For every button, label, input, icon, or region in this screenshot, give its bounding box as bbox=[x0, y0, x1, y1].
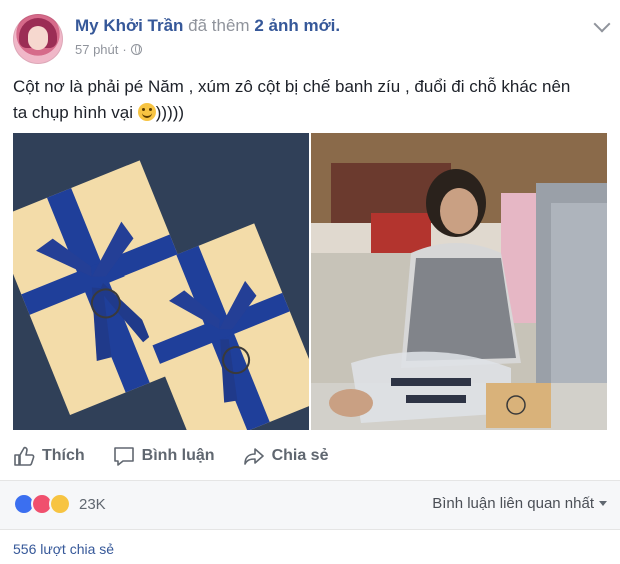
chevron-down-icon[interactable] bbox=[593, 15, 611, 33]
action-prefix: đã thêm bbox=[188, 16, 250, 35]
woman-illustration bbox=[311, 133, 607, 430]
like-button[interactable]: Thích bbox=[13, 440, 85, 472]
divider bbox=[0, 529, 620, 530]
post-meta: 57 phút · bbox=[75, 42, 142, 57]
avatar-face bbox=[28, 26, 48, 50]
share-button[interactable]: Chia sẻ bbox=[243, 440, 329, 472]
avatar[interactable] bbox=[13, 14, 63, 64]
photo-count-link[interactable]: 2 ảnh mới. bbox=[254, 16, 340, 35]
comment-icon bbox=[113, 445, 135, 467]
post-text-line2: ta chụp hình vại bbox=[13, 103, 134, 122]
haha-icon bbox=[49, 493, 71, 515]
comment-label: Bình luận bbox=[141, 447, 215, 464]
share-arrow-icon bbox=[243, 445, 265, 467]
post-text: Cột nơ là phải pé Năm , xúm zô cột bị ch… bbox=[13, 74, 603, 126]
comment-sort-dropdown[interactable]: Bình luận liên quan nhất bbox=[432, 495, 607, 512]
thumbs-up-icon bbox=[13, 445, 35, 467]
reaction-count: 23K bbox=[79, 495, 106, 513]
author-name[interactable]: My Khởi Trần bbox=[75, 16, 183, 35]
reactions-summary[interactable]: 23K bbox=[13, 493, 106, 515]
caret-down-icon bbox=[599, 501, 607, 506]
comment-button[interactable]: Bình luận bbox=[113, 440, 215, 472]
photo-envelopes[interactable] bbox=[13, 133, 309, 430]
post-header: My Khởi Trần đã thêm 2 ảnh mới. bbox=[75, 16, 340, 36]
post-time[interactable]: 57 phút bbox=[75, 42, 118, 57]
smile-emoji-icon bbox=[137, 103, 156, 121]
globe-icon[interactable] bbox=[130, 44, 142, 55]
photo-woman-tying-bows[interactable] bbox=[311, 133, 607, 430]
post-text-suffix: ))))) bbox=[155, 103, 185, 122]
share-label: Chia sẻ bbox=[271, 447, 329, 464]
post-text-line1: Cột nơ là phải pé Năm , xúm zô cột bị ch… bbox=[13, 77, 571, 96]
meta-separator: · bbox=[122, 42, 127, 57]
post-card: My Khởi Trần đã thêm 2 ảnh mới. 57 phút … bbox=[0, 0, 620, 564]
comment-sort-label: Bình luận liên quan nhất bbox=[432, 495, 594, 512]
post-actions: Thích Bình luận Chia sẻ bbox=[13, 440, 328, 472]
envelopes-illustration bbox=[13, 133, 309, 430]
share-count[interactable]: 556 lượt chia sẻ bbox=[13, 541, 114, 557]
like-label: Thích bbox=[42, 447, 85, 464]
